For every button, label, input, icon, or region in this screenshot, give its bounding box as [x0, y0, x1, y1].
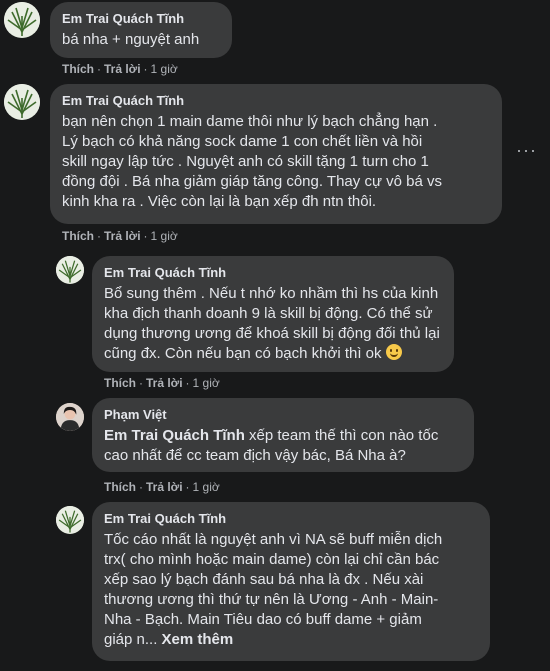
comment-author[interactable]: Em Trai Quách Tĩnh — [104, 264, 442, 281]
comment-bubble: Phạm Việt Em Trai Quách Tĩnh xếp team th… — [92, 398, 474, 472]
timestamp[interactable]: 1 giờ — [193, 376, 220, 390]
comment-line-text: giáp n... — [104, 631, 158, 648]
reply-button[interactable]: Trả lời — [146, 376, 183, 390]
comment-line: thương ương thì thứ tự nên là Ương - Anh… — [104, 591, 439, 608]
comment-bubble: Em Trai Quách Tĩnh bạn nên chọn 1 main d… — [50, 84, 502, 224]
comment-line: trx( cho mình hoặc main dame) còn lại ch… — [104, 551, 440, 568]
comment-bubble: Em Trai Quách Tĩnh Tốc cáo nhất là nguyệ… — [92, 502, 490, 661]
comment-line: xếp sao lý bạch đánh sau bá nha là đx . … — [104, 571, 424, 588]
comment-line-text: xếp team thế thì con nào tốc — [244, 427, 439, 444]
comment-line: Nha - Bạch. Main Tiêu dao có buff dame +… — [104, 611, 422, 628]
avatar[interactable] — [4, 2, 40, 38]
like-button[interactable]: Thích — [104, 376, 136, 390]
avatar[interactable] — [56, 403, 84, 431]
comment-author[interactable]: Em Trai Quách Tĩnh — [62, 92, 490, 109]
comment-text: bá nha + nguyệt anh — [62, 31, 200, 48]
timestamp[interactable]: 1 giờ — [151, 229, 178, 243]
comment-text: Bổ sung thêm . Nếu t nhớ ko nhầm thì hs … — [104, 284, 442, 364]
more-options-icon[interactable]: ··· — [516, 140, 537, 161]
comment-actions: Thích · Trả lời · 1 giờ — [62, 62, 178, 76]
like-button[interactable]: Thích — [104, 480, 136, 494]
comment-line: kha địch thanh doanh 9 là skill bị động.… — [104, 305, 433, 322]
avatar-plant-icon — [4, 84, 40, 120]
comment-line: dụng thương ương để khoá skill bị động đ… — [104, 325, 440, 342]
like-button[interactable]: Thích — [62, 62, 94, 76]
mention-link[interactable]: Em Trai Quách Tĩnh — [104, 427, 245, 444]
comment-line: skill ngay lập tức . Nguyệt anh có skill… — [62, 153, 429, 170]
comment-line: Tốc cáo nhất là nguyệt anh vì NA sẽ buff… — [104, 531, 443, 548]
avatar-plant-icon — [56, 506, 84, 534]
comment-bubble: Em Trai Quách Tĩnh bá nha + nguyệt anh — [50, 2, 232, 58]
comment-text: bạn nên chọn 1 main dame thôi như lý bạc… — [62, 112, 490, 212]
comment-bubble: Em Trai Quách Tĩnh Bổ sung thêm . Nếu t … — [92, 256, 454, 372]
comment-actions: Thích · Trả lời · 1 giờ — [104, 480, 220, 494]
avatar-person-icon — [56, 403, 84, 431]
reply-button[interactable]: Trả lời — [104, 62, 141, 76]
comment-line: cao nhất để cc team địch vậy bác, Bá Nha… — [104, 447, 406, 464]
comment-line: Lý bạch có khả năng sock dame 1 con chết… — [62, 133, 423, 150]
comment-line-text: cũng đx. Còn nếu bạn có bạch khởi thì ok — [104, 345, 382, 362]
avatar-plant-icon — [4, 2, 40, 38]
comment-line: kinh kha ra . Việc còn lại là bạn xếp đh… — [62, 193, 377, 210]
comment-actions: Thích · Trả lời · 1 giờ — [62, 229, 178, 243]
smile-emoji-icon — [385, 344, 402, 360]
comment-author[interactable]: Em Trai Quách Tĩnh — [104, 510, 478, 527]
comment-line: Bổ sung thêm . Nếu t nhớ ko nhầm thì hs … — [104, 285, 439, 302]
avatar[interactable] — [56, 506, 84, 534]
avatar-plant-icon — [56, 256, 84, 284]
like-button[interactable]: Thích — [62, 229, 94, 243]
timestamp[interactable]: 1 giờ — [193, 480, 220, 494]
comment-author[interactable]: Em Trai Quách Tĩnh — [62, 10, 220, 27]
comment-text: Tốc cáo nhất là nguyệt anh vì NA sẽ buff… — [104, 530, 478, 650]
avatar[interactable] — [56, 256, 84, 284]
see-more-link[interactable]: Xem thêm — [162, 631, 234, 648]
comment-text: Em Trai Quách Tĩnh xếp team thế thì con … — [104, 426, 462, 466]
timestamp[interactable]: 1 giờ — [151, 62, 178, 76]
avatar[interactable] — [4, 84, 40, 120]
comment-line: giáp n... Xem thêm — [104, 630, 478, 650]
comment-author[interactable]: Phạm Việt — [104, 406, 462, 423]
reply-button[interactable]: Trả lời — [104, 229, 141, 243]
reply-button[interactable]: Trả lời — [146, 480, 183, 494]
comment-actions: Thích · Trả lời · 1 giờ — [104, 376, 220, 390]
comment-line: cũng đx. Còn nếu bạn có bạch khởi thì ok — [104, 344, 442, 364]
comment-line: đồng đội . Bá nha giảm giáp tăng công. T… — [62, 173, 443, 190]
comment-line: bạn nên chọn 1 main dame thôi như lý bạc… — [62, 113, 438, 130]
comment-line: Em Trai Quách Tĩnh xếp team thế thì con … — [104, 426, 462, 446]
